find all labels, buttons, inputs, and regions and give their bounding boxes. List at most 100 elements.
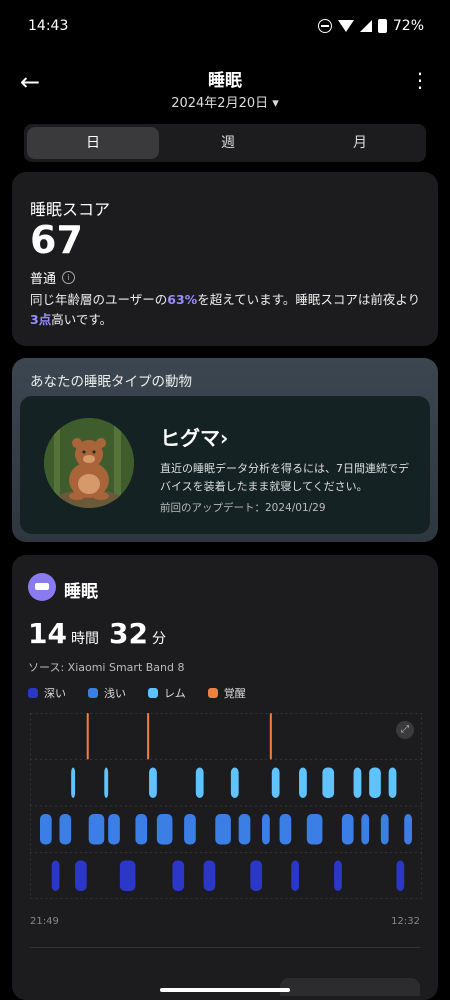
legend-label: 浅い (104, 687, 126, 700)
sleep-segment-浅い (88, 814, 105, 845)
chart-legend: 深い 浅い レム 覚醒 (28, 685, 246, 701)
sleep-segment-浅い (341, 814, 354, 845)
sleep-segment-浅い (135, 814, 148, 845)
sleep-segment-レム (322, 767, 335, 798)
legend-item: 覚醒 (207, 685, 246, 701)
sleep-segment-レム (149, 767, 157, 798)
sleep-segment-深い (396, 860, 405, 891)
sleep-segment-レム (388, 767, 397, 798)
minutes-unit: 分 (151, 631, 166, 647)
sleep-segment-浅い (404, 814, 412, 845)
sleep-segment-レム (104, 767, 109, 798)
legend-label: 覚醒 (223, 687, 246, 700)
status-time: 14:43 (28, 18, 69, 34)
animal-panel[interactable]: ヒグマ› 直近の睡眠データ分析を得るには、7日間連続でデバイスを装着したまま就寝… (20, 396, 430, 534)
duration-hours: 14 (28, 617, 67, 650)
legend-label: レム (164, 687, 186, 700)
sleep-segment-深い (250, 860, 263, 891)
sleep-segment-浅い (184, 814, 196, 845)
period-tabs: 日 週 月 (24, 124, 426, 162)
sleep-segment-レム (353, 767, 362, 798)
score-heading: 睡眠スコア (30, 200, 111, 219)
info-icon[interactable]: i (62, 271, 76, 284)
score-value: 67 (30, 218, 83, 262)
legend-item: 深い (28, 685, 66, 701)
legend-label: 深い (44, 687, 66, 700)
animal-name-link[interactable]: ヒグマ› (160, 422, 228, 451)
hours-unit: 時間 (70, 631, 99, 647)
bear-illustration (44, 418, 134, 508)
battery-icon (377, 19, 387, 33)
sleep-duration: 14 時間 32 分 (28, 617, 166, 650)
animal-description: 直近の睡眠データ分析を得るには、7日間連続でデバイスを装着したまま就寝してくださ… (160, 462, 409, 493)
sleep-segment-浅い (40, 814, 52, 845)
animal-heading: あなたの睡眠タイプの動物 (30, 374, 192, 390)
sleep-segment-浅い (361, 814, 370, 845)
desc-part: を超えています。睡眠スコアは前夜より (197, 292, 421, 307)
score-level-row: 普通 i (30, 268, 76, 287)
sleep-segment-浅い (108, 814, 120, 845)
sleep-segment-覚醒 (269, 713, 272, 760)
sleep-segment-浅い (59, 814, 72, 845)
sleep-segment-浅い (306, 814, 323, 845)
status-bar: 14:43 72% (0, 0, 450, 56)
sleep-detail-card[interactable]: 睡眠 14 時間 32 分 ソース: Xiaomi Smart Band 8 深… (12, 555, 438, 1000)
sleep-segment-レム (299, 767, 307, 798)
tab-day[interactable]: 日 (27, 127, 159, 159)
expand-icon[interactable]: ⤢ (396, 721, 414, 739)
bottom-button[interactable] (280, 978, 420, 996)
sleep-segment-レム (71, 767, 76, 798)
desc-part: 高いです。 (51, 312, 113, 327)
sleep-segment-浅い (279, 814, 292, 845)
sleep-segment-深い (51, 860, 60, 891)
sleep-animal-card[interactable]: あなたの睡眠タイプの動物 ヒグマ› 直近の睡眠データ分析を得るには、7日間連続で… (12, 358, 438, 542)
signal-icon (359, 20, 372, 32)
tab-month[interactable]: 月 (294, 124, 426, 162)
app-bar: ← 睡眠 2024年2月20日 ▾ ⋮ (0, 56, 450, 116)
more-options-icon[interactable]: ⋮ (410, 68, 430, 92)
sleep-segment-レム (195, 767, 204, 798)
sleep-segment-レム (369, 767, 381, 798)
battery-percent: 72% (392, 18, 424, 34)
sleep-segment-浅い (262, 814, 270, 845)
sleep-score-card[interactable]: 睡眠スコア 67 普通 i 同じ年齢層のユーザーの63%を超えています。睡眠スコ… (12, 172, 438, 346)
chart-start-time: 21:49 (30, 916, 59, 927)
legend-swatch-rem (148, 688, 158, 698)
animal-updated: 前回のアップデート：2024/01/29 (160, 502, 326, 514)
legend-item: 浅い (88, 685, 126, 701)
legend-swatch-light (88, 688, 98, 698)
sleep-segment-浅い (238, 814, 251, 845)
sleep-segment-レム (271, 767, 280, 798)
sleep-segment-深い (75, 860, 87, 891)
duration-minutes: 32 (108, 617, 148, 650)
sleep-segment-深い (203, 860, 216, 891)
bed-icon (28, 573, 56, 601)
sleep-segment-深い (334, 860, 342, 891)
points-diff: 3点 (30, 312, 52, 327)
score-level: 普通 (30, 272, 57, 287)
divider (30, 947, 420, 948)
sleep-stage-chart[interactable] (30, 713, 422, 899)
sleep-segment-浅い (156, 814, 173, 845)
score-description: 同じ年齢層のユーザーの63%を超えています。睡眠スコアは前夜より 3点高いです。 (30, 290, 426, 330)
sleep-segment-覚醒 (147, 713, 150, 760)
sleep-segment-浅い (215, 814, 231, 845)
chart-end-time: 12:32 (391, 916, 420, 927)
legend-swatch-deep (28, 688, 38, 698)
sleep-heading: 睡眠 (64, 582, 98, 602)
dnd-icon (317, 19, 332, 33)
data-source: ソース: Xiaomi Smart Band 8 (28, 661, 185, 674)
page-title: 睡眠 (208, 71, 242, 91)
tab-week[interactable]: 週 (162, 124, 294, 162)
date-picker[interactable]: 2024年2月20日 ▾ (0, 92, 450, 111)
legend-item: レム (148, 685, 186, 701)
percentile: 63% (167, 292, 198, 307)
sleep-segment-レム (230, 767, 239, 798)
sleep-segment-浅い (380, 814, 389, 845)
sleep-segment-深い (172, 860, 185, 891)
status-icons: 72% (317, 18, 424, 34)
sleep-segment-覚醒 (86, 713, 89, 760)
sleep-segment-深い (119, 860, 136, 891)
home-indicator[interactable] (160, 988, 290, 992)
legend-swatch-awake (207, 688, 218, 698)
